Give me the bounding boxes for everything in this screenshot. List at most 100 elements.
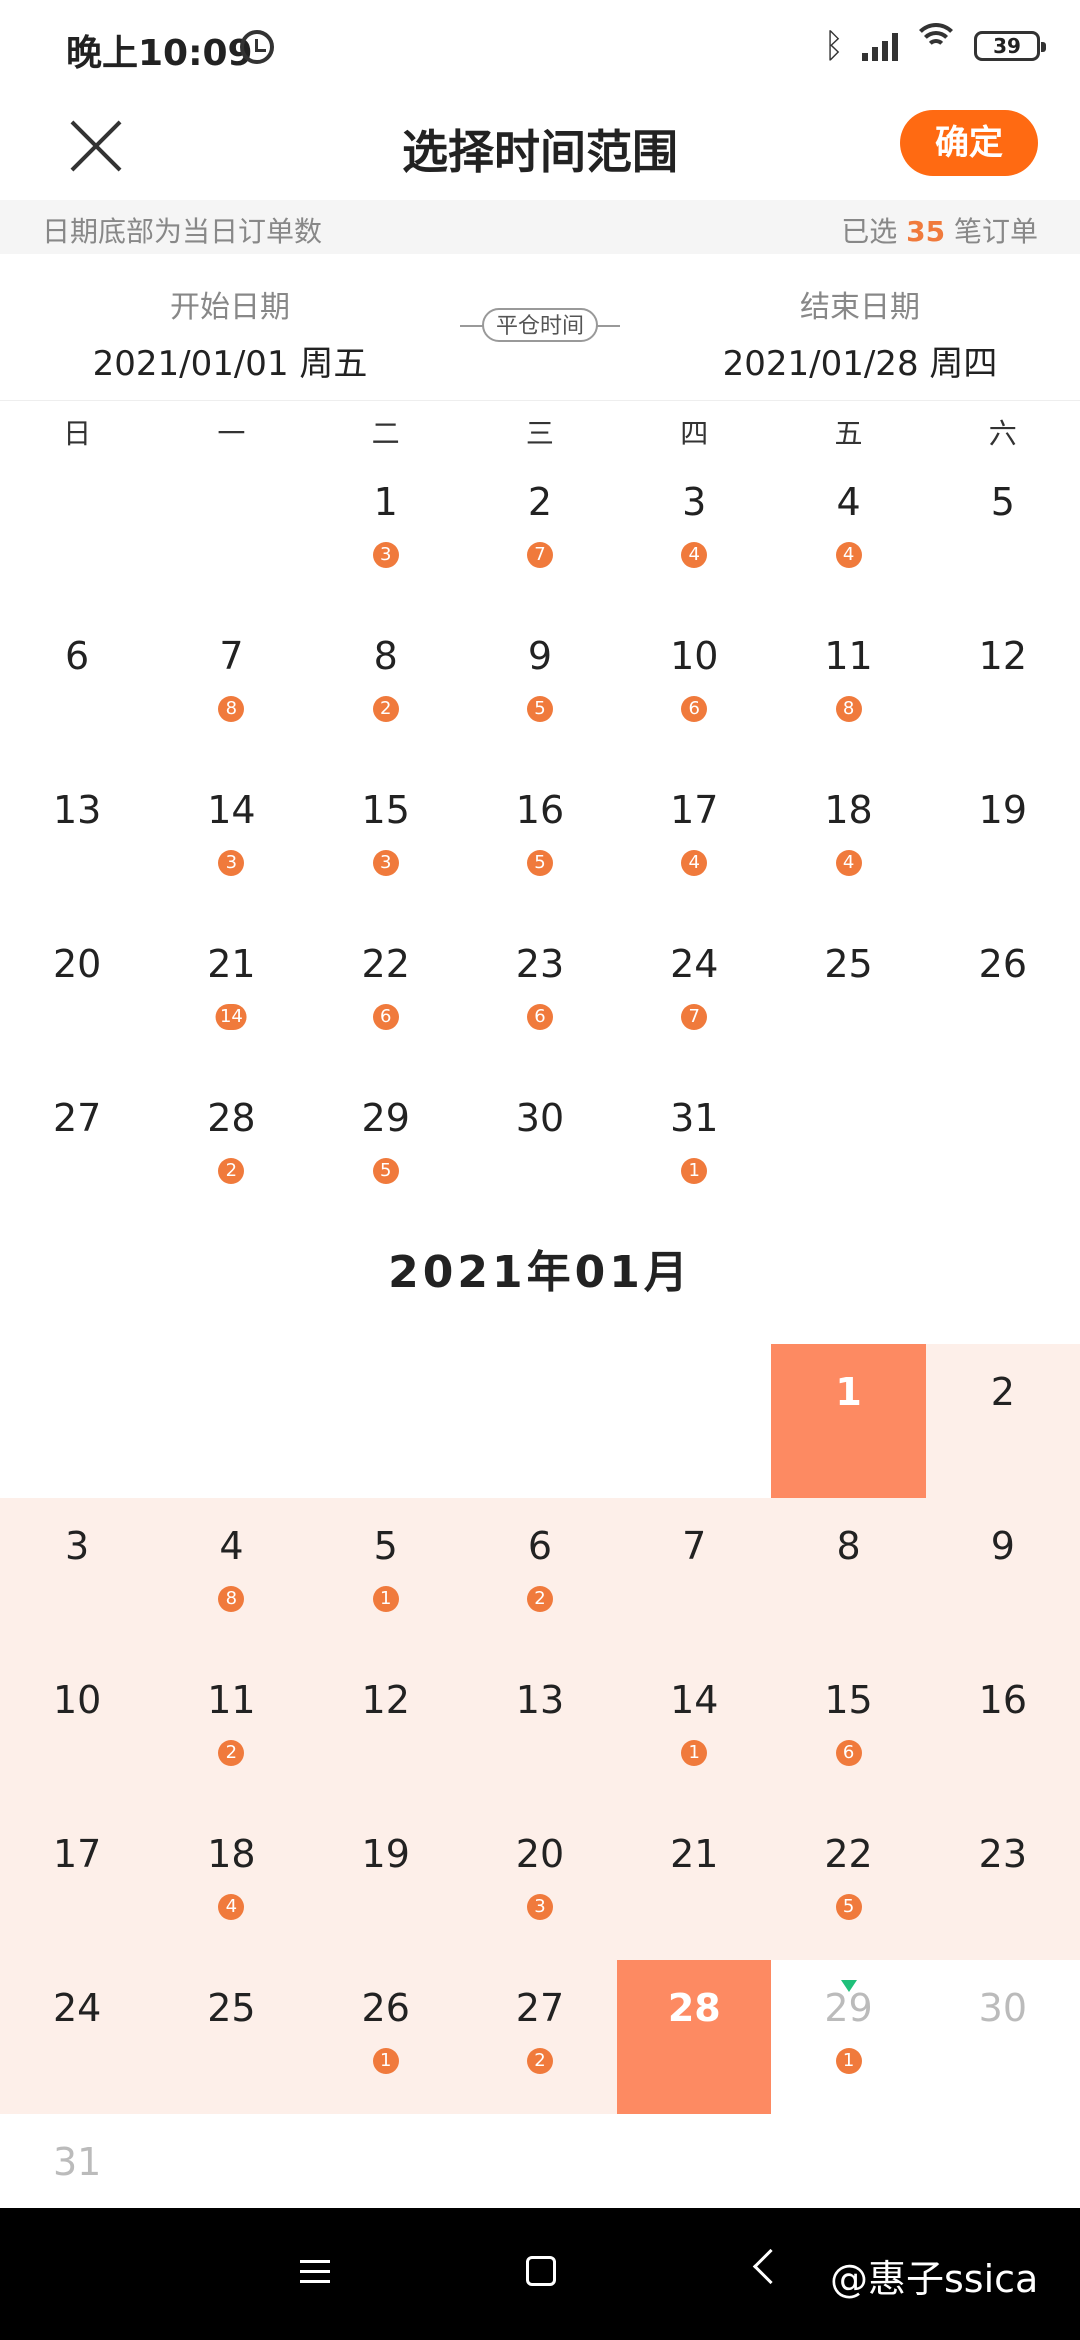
day-number: 14 [670,1678,719,1722]
day-number: 6 [65,634,90,678]
day-number: 5 [990,480,1015,524]
order-count-badge: 8 [218,696,245,722]
order-count-badge: 7 [681,1004,708,1030]
calendar-day[interactable]: 16 5 [463,762,617,916]
calendar-day[interactable]: 5 [926,454,1080,608]
calendar-day[interactable]: 7 [617,1498,772,1652]
calendar-day[interactable]: 24 7 [617,916,771,1070]
calendar-day[interactable]: 18 4 [771,762,925,916]
order-count-badge: 2 [218,1740,245,1766]
selected-prefix: 已选 [841,215,898,248]
day-number: 15 [824,1678,873,1722]
day-number: 29 [824,1986,873,2030]
day-number: 30 [515,1096,565,1140]
calendar-day[interactable]: 9 [925,1498,1080,1652]
calendar-day[interactable]: 28 2 [154,1070,308,1224]
calendar-day[interactable]: 15 3 [309,762,463,916]
calendar-day[interactable]: 1 [771,1344,926,1498]
day-number: 29 [361,1096,410,1140]
calendar-day[interactable]: 82 [309,608,463,762]
calendar-day[interactable]: 22 6 [309,916,463,1070]
calendar-day[interactable]: 2 [925,1344,1080,1498]
day-number: 17 [52,1832,102,1876]
order-count-badge: 1 [372,2048,399,2074]
calendar-day[interactable]: 23 [925,1806,1080,1960]
calendar-day[interactable]: 17 [0,1806,155,1960]
calendar-day[interactable]: 30 [463,1070,617,1224]
day-number: 9 [527,634,553,678]
end-date[interactable]: 结束日期 2021/01/28 周四 [660,282,1060,385]
calendar-day[interactable]: 15 6 [771,1652,926,1806]
calendar-day[interactable]: 29 5 [309,1070,463,1224]
calendar-day[interactable]: 14 3 [154,762,308,916]
calendar-day[interactable]: 29 1 [771,1960,925,2114]
calendar-day[interactable]: 95 [463,608,617,762]
calendar-day[interactable]: 62 [462,1498,618,1652]
selected-suffix: 笔订单 [953,215,1038,248]
calendar-day[interactable]: 18 4 [154,1806,309,1960]
calendar-day[interactable]: 26 1 [308,1960,463,2114]
calendar-day[interactable]: 21 14 [154,916,308,1070]
day-number: 6 [527,1524,553,1568]
day-number: 3 [65,1524,90,1568]
calendar-day[interactable]: 48 [154,1498,309,1652]
calendar-day[interactable]: 6 [0,608,154,762]
calendar-day[interactable]: 20 3 [462,1806,618,1960]
calendar-day[interactable]: 27 2 [462,1960,618,2114]
calendar-day[interactable]: 21 [617,1806,772,1960]
calendar-day[interactable]: 17 4 [617,762,771,916]
start-date[interactable]: 开始日期 2021/01/01 周五 [30,282,430,385]
calendar-day[interactable]: 26 [926,916,1080,1070]
calendar-day[interactable]: 27 [463,454,617,608]
order-count-badge: 4 [835,850,862,876]
calendar-day[interactable]: 10 6 [617,608,771,762]
calendar-day[interactable]: 23 6 [463,916,617,1070]
calendar-day[interactable]: 3 [0,1498,155,1652]
calendar-day[interactable]: 19 [308,1806,463,1960]
calendar-day[interactable]: 13 [462,1652,618,1806]
calendar-day[interactable]: 11 8 [771,608,925,762]
calendar-day[interactable]: 28 [617,1960,772,2114]
calendar-day[interactable]: 31 1 [617,1070,771,1224]
calendar-day[interactable]: 22 5 [771,1806,926,1960]
calendar-day[interactable]: 20 [0,916,154,1070]
calendar-day[interactable]: 12 [926,608,1080,762]
calendar-day[interactable]: 78 [154,608,308,762]
day-number: 21 [670,1832,719,1876]
calendar-day[interactable]: 12 [308,1652,463,1806]
calendar-day[interactable]: 25 [154,1960,309,2114]
calendar-day[interactable]: 19 [926,762,1080,916]
calendar-day[interactable]: 8 [771,1498,926,1652]
calendar-day[interactable]: 16 [925,1652,1080,1806]
order-count-badge: 5 [526,696,553,722]
menu-icon[interactable] [300,2260,330,2284]
calendar-day[interactable]: 25 [771,916,925,1070]
bluetooth-icon: ᛒ [823,26,844,66]
calendar-day[interactable]: 13 [309,454,463,608]
day-number: 14 [207,788,256,832]
day-number: 18 [824,788,873,832]
back-icon[interactable] [752,2248,789,2285]
order-count-badge: 4 [835,542,862,568]
order-count-badge: 6 [372,1004,399,1030]
home-icon[interactable] [526,2256,556,2286]
calendar-day[interactable]: 24 [0,1960,155,2114]
calendar-day[interactable]: 10 [0,1652,155,1806]
calendar-day[interactable]: 44 [771,454,925,608]
calendar-day[interactable]: 30 [926,1960,1080,2114]
order-count-badge: 5 [372,1158,399,1184]
day-number: 16 [978,1678,1028,1722]
calendar-day[interactable]: 11 2 [154,1652,309,1806]
calendar-day[interactable]: 13 [0,762,154,916]
status-time: 晚上10:09 [66,33,253,74]
calendar-day[interactable]: 27 [0,1070,154,1224]
calendar-day[interactable]: 51 [308,1498,463,1652]
selected-orders: 已选 35 笔订单 [841,210,1038,250]
calendar-day[interactable]: 34 [617,454,771,608]
day-number: 9 [990,1524,1015,1568]
day-number: 16 [515,788,565,832]
calendar-day[interactable]: 14 1 [617,1652,772,1806]
order-count-badge: 3 [372,850,399,876]
order-count-badge: 4 [681,850,708,876]
confirm-button[interactable]: 确定 [900,110,1038,176]
